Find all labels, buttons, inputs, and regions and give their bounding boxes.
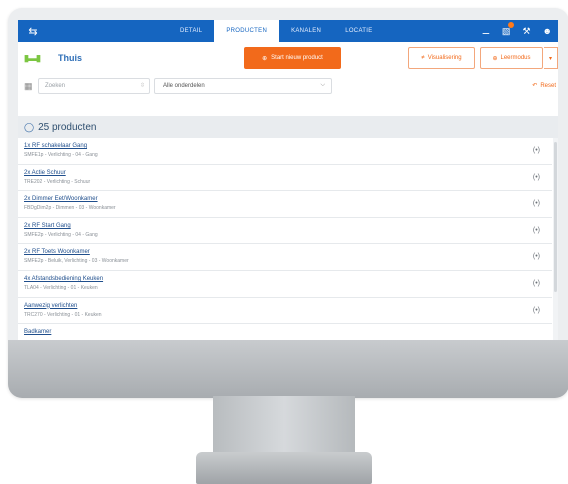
- list-item[interactable]: 2x Dimmer Eet/Woonkamer FBDgDim2p - Dimm…: [18, 191, 552, 218]
- visualisation-icon: ≠: [421, 55, 425, 61]
- product-name[interactable]: 4x Afstandsbediening Keuken: [24, 276, 103, 282]
- app-screen: ⇆ DETAIL PRODUCTEN KANALEN LOCATIE ⚊ ▧ ⚒…: [18, 20, 558, 340]
- tab-producten[interactable]: PRODUCTEN: [214, 20, 280, 42]
- product-count-bar: ◯ 25 producten: [18, 116, 558, 138]
- clear-search-icon[interactable]: ⇳: [140, 82, 145, 89]
- start-button-label: Start nieuw product: [271, 55, 323, 61]
- list-item[interactable]: 2x RF Toets Woonkamer SMFE2p - Beluik, V…: [18, 244, 552, 271]
- monitor-stand-neck: [213, 396, 355, 454]
- category-select[interactable]: Alle onderdelen ⌵: [154, 78, 332, 94]
- wrench-icon[interactable]: ⚒: [522, 26, 530, 37]
- signal-icon[interactable]: (•): [533, 280, 540, 287]
- top-navigation-bar: ⇆ DETAIL PRODUCTEN KANALEN LOCATIE ⚊ ▧ ⚒…: [18, 20, 558, 42]
- search-input[interactable]: Zoeken ⇳: [38, 78, 150, 94]
- notification-badge: [507, 21, 514, 28]
- user-icon[interactable]: ☻: [543, 26, 552, 36]
- chevron-down-icon: ⌵: [320, 82, 325, 88]
- products-icon: ◯: [24, 121, 35, 132]
- monitor-stand-base: [196, 452, 372, 484]
- search-placeholder: Zoeken: [45, 83, 66, 89]
- product-meta: TRE202 - Verlichting - Schuur: [24, 178, 91, 185]
- list-item[interactable]: 2x RF Start Gang SMFE2p - Verlichting - …: [18, 218, 552, 245]
- scrollbar-thumb[interactable]: [554, 142, 557, 292]
- signal-icon[interactable]: (•): [533, 147, 540, 154]
- topbar-icon-group: ⚊ ▧ ⚒ ☻: [482, 20, 552, 42]
- product-meta: TLA04 - Verlichting - 01 - Keuken: [24, 284, 98, 291]
- product-count: 25 producten: [38, 121, 97, 133]
- signal-icon[interactable]: (•): [533, 227, 540, 234]
- signal-icon[interactable]: (•): [533, 253, 540, 260]
- tab-bar: DETAIL PRODUCTEN KANALEN LOCATIE: [168, 20, 385, 42]
- list-item[interactable]: Aanwezig verlichten TRC270 - Verlichting…: [18, 298, 552, 325]
- learn-mode-button-label: Leermodus: [500, 55, 531, 61]
- product-name[interactable]: 2x Actie Schuur: [24, 170, 66, 176]
- product-meta: SMFE1p - Verlichting - 04 - Gang: [24, 152, 98, 158]
- tab-detail[interactable]: DETAIL: [168, 20, 214, 42]
- plus-circle-icon: ⊕: [262, 55, 268, 62]
- filter-row: ▦ Zoeken ⇳ Alle onderdelen ⌵ ↶ Reset: [18, 76, 558, 96]
- product-name[interactable]: 2x RF Toets Woonkamer: [24, 249, 90, 255]
- reset-label: Reset: [540, 82, 556, 89]
- reset-icon: ↶: [532, 83, 538, 89]
- start-new-product-button[interactable]: ⊕ Start nieuw product: [244, 47, 341, 69]
- product-meta: FBDgDim2p - Dimmen - 03 - Woonkamer: [24, 205, 116, 212]
- grid-view-icon[interactable]: ▦: [24, 81, 34, 91]
- list-scrollbar[interactable]: [553, 138, 558, 340]
- signal-icon[interactable]: (•): [533, 307, 540, 314]
- notification-icon[interactable]: ▧: [502, 21, 514, 37]
- visualisation-button-label: Visualisering: [427, 55, 462, 61]
- category-select-value: Alle onderdelen: [163, 83, 205, 89]
- list-item[interactable]: 1x RF schakelaar Gang SMFE1p - Verlichti…: [18, 138, 552, 165]
- page-title: Thuis: [58, 53, 82, 63]
- visualisation-button[interactable]: ≠ Visualisering: [408, 47, 475, 69]
- learn-mode-button[interactable]: ⊕ Leermodus: [480, 47, 543, 69]
- list-item[interactable]: 2x Actie Schuur TRE202 - Verlichting - S…: [18, 165, 552, 192]
- wifi-icon[interactable]: ⚊: [482, 26, 490, 37]
- product-list: 1x RF schakelaar Gang SMFE1p - Verlichti…: [18, 138, 552, 340]
- product-name[interactable]: Badkamer: [24, 329, 51, 335]
- back-arrow-icon[interactable]: ⇆: [18, 20, 48, 42]
- learn-mode-dropdown-toggle[interactable]: ▾: [544, 47, 558, 69]
- monitor-chin: [8, 340, 568, 398]
- product-meta: TRC270 - Verlichting - 01 - Keuken: [24, 311, 102, 318]
- product-name[interactable]: 2x Dimmer Eet/Woonkamer: [24, 196, 98, 202]
- list-item[interactable]: 4x Afstandsbediening Keuken TLA04 - Verl…: [18, 271, 552, 298]
- signal-icon[interactable]: (•): [533, 174, 540, 181]
- reset-filters-link[interactable]: ↶ Reset: [532, 82, 556, 90]
- product-meta: SMFE2p - Verlichting - 04 - Gang: [24, 231, 98, 238]
- list-item[interactable]: Badkamer: [18, 324, 552, 340]
- chevron-down-icon: ▾: [548, 55, 552, 62]
- header-row: ▮▬▮ Thuis ⊕ Start nieuw product ≠ Visual…: [18, 44, 558, 74]
- tab-locatie[interactable]: LOCATIE: [333, 20, 384, 42]
- product-name[interactable]: 1x RF schakelaar Gang: [24, 143, 87, 149]
- signal-icon[interactable]: (•): [533, 200, 540, 207]
- target-icon: ⊕: [492, 55, 498, 62]
- product-name[interactable]: Aanwezig verlichten: [24, 303, 77, 309]
- product-name[interactable]: 2x RF Start Gang: [24, 223, 71, 229]
- product-meta: SMFE2p - Beluik, Verlichting - 03 - Woon…: [24, 258, 129, 265]
- tab-kanalen[interactable]: KANALEN: [279, 20, 333, 42]
- home-logo-icon: ▮▬▮: [24, 53, 41, 63]
